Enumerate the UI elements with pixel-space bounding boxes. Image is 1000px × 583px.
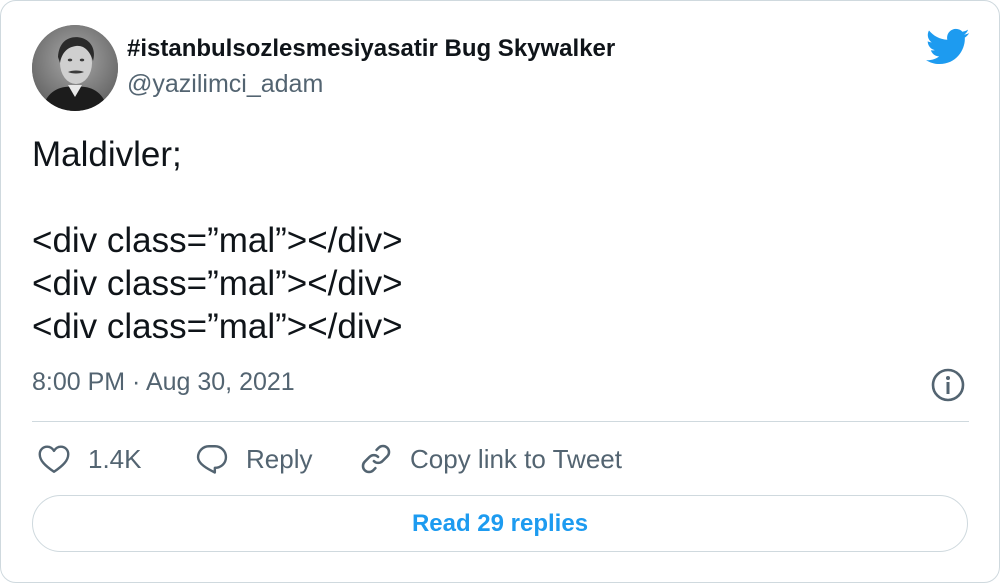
author-display-name[interactable]: #istanbulsozlesmesiyasatir Bug Skywalker bbox=[127, 35, 615, 63]
tweet-timestamp[interactable]: 8:00 PM · Aug 30, 2021 bbox=[32, 368, 295, 397]
divider bbox=[32, 421, 969, 422]
twitter-bird-icon[interactable] bbox=[926, 28, 970, 66]
like-count: 1.4K bbox=[88, 443, 142, 474]
avatar-portrait-image bbox=[32, 25, 118, 111]
author-handle[interactable]: @yazilimci_adam bbox=[127, 70, 323, 99]
reply-button[interactable]: Reply bbox=[194, 439, 312, 479]
reply-icon bbox=[196, 445, 228, 474]
info-icon[interactable] bbox=[930, 367, 966, 403]
tweet-card: #istanbulsozlesmesiyasatir Bug Skywalker… bbox=[0, 0, 1000, 583]
link-icon bbox=[361, 444, 391, 474]
copy-link-button[interactable]: Copy link to Tweet bbox=[358, 439, 622, 479]
heart-icon bbox=[38, 445, 70, 473]
copy-link-label: Copy link to Tweet bbox=[410, 443, 622, 474]
like-button[interactable]: 1.4K bbox=[36, 439, 142, 479]
tweet-text: Maldivler; <div class=”mal”></div> <div … bbox=[32, 135, 403, 346]
read-replies-button[interactable]: Read 29 replies bbox=[32, 495, 968, 552]
reply-label: Reply bbox=[246, 443, 313, 474]
avatar[interactable] bbox=[32, 25, 118, 111]
